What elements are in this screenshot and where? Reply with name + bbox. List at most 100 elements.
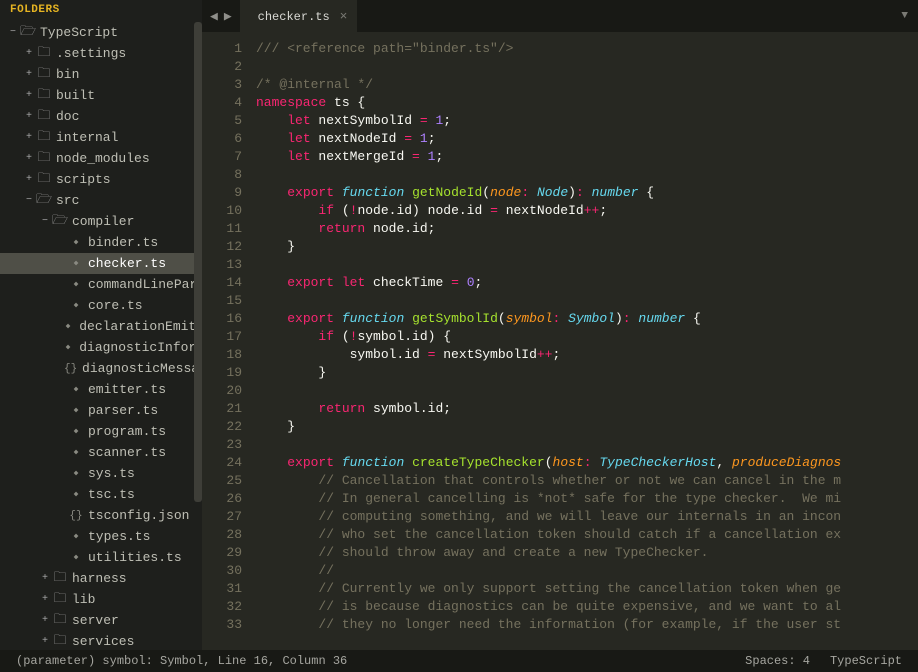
chevron-right-icon[interactable]: + [22,69,36,80]
tree-item[interactable]: +scripts [0,169,202,190]
tree-item[interactable]: +tsc.ts [0,484,202,505]
tree-item[interactable]: +declarationEmitte [0,316,202,337]
tree-item[interactable]: +program.ts [0,421,202,442]
folder-icon [36,64,52,86]
chevron-right-icon[interactable]: + [22,174,36,185]
code-line[interactable] [256,292,918,310]
tree-item-label: emitter.ts [88,382,166,397]
code-line[interactable]: if (!node.id) node.id = nextNodeId++; [256,202,918,220]
sidebar-scrollbar[interactable] [194,22,202,552]
code-line[interactable]: // Cancellation that controls whether or… [256,472,918,490]
tree-item[interactable]: +.settings [0,43,202,64]
tree-item[interactable]: +commandLinePar [0,274,202,295]
code-line[interactable]: } [256,238,918,256]
tree-item-label: scanner.ts [88,445,166,460]
tree-item-label: TypeScript [40,25,118,40]
tree-item[interactable]: +diagnosticInforma [0,337,202,358]
tree-item[interactable]: +services [0,631,202,650]
tree-item[interactable]: +emitter.ts [0,379,202,400]
tree-item[interactable]: +core.ts [0,295,202,316]
chevron-down-icon[interactable]: − [6,27,20,38]
code-line[interactable] [256,58,918,76]
code-line[interactable]: // computing something, and we will leav… [256,508,918,526]
code-line[interactable]: /* @internal */ [256,76,918,94]
tree-item-label: core.ts [88,298,143,313]
tab-active[interactable]: checker.ts × [240,0,358,32]
code-line[interactable]: return node.id; [256,220,918,238]
code-line[interactable]: // who set the cancellation token should… [256,526,918,544]
nav-forward-icon[interactable]: ▶ [224,9,232,24]
code-line[interactable]: } [256,364,918,382]
chevron-down-icon[interactable]: − [38,216,52,227]
code-line[interactable]: // should throw away and create a new Ty… [256,544,918,562]
tree-item[interactable]: +sys.ts [0,463,202,484]
line-number: 32 [202,598,256,616]
code-line[interactable]: let nextNodeId = 1; [256,130,918,148]
chevron-right-icon[interactable]: + [22,132,36,143]
tree-item[interactable]: +binder.ts [0,232,202,253]
tab-overflow-dropdown[interactable]: ▼ [891,0,918,32]
tree-item[interactable]: +lib [0,589,202,610]
chevron-right-icon[interactable]: + [22,111,36,122]
chevron-right-icon[interactable]: + [38,573,52,584]
tree-item[interactable]: +checker.ts [0,253,202,274]
tree-item[interactable]: +diagnosticMessag [0,358,202,379]
line-number: 10 [202,202,256,220]
chevron-right-icon[interactable]: + [22,48,36,59]
code-line[interactable]: export function getSymbolId(symbol: Symb… [256,310,918,328]
code-content[interactable]: /// <reference path="binder.ts"/> /* @in… [256,32,918,650]
code-line[interactable]: if (!symbol.id) { [256,328,918,346]
tree-item[interactable]: +built [0,85,202,106]
code-line[interactable]: /// <reference path="binder.ts"/> [256,40,918,58]
chevron-right-icon[interactable]: + [22,90,36,101]
chevron-right-icon[interactable]: + [38,615,52,626]
code-line[interactable]: // is because diagnostics can be quite e… [256,598,918,616]
tree-item[interactable]: +tsconfig.json [0,505,202,526]
chevron-down-icon[interactable]: − [22,195,36,206]
code-line[interactable] [256,166,918,184]
tree-item[interactable]: +node_modules [0,148,202,169]
tree-item[interactable]: +bin [0,64,202,85]
tree-item[interactable]: +harness [0,568,202,589]
tree-item[interactable]: −compiler [0,211,202,232]
code-line[interactable]: } [256,418,918,436]
editor-body[interactable]: 1234567891011121314151617181920212223242… [202,32,918,650]
code-line[interactable]: // In general cancelling is *not* safe f… [256,490,918,508]
tree-item[interactable]: +internal [0,127,202,148]
status-indent[interactable]: Spaces: 4 [735,654,820,668]
code-line[interactable] [256,436,918,454]
tree-item[interactable]: +scanner.ts [0,442,202,463]
tab-label: checker.ts [258,10,330,24]
tree-item[interactable]: +parser.ts [0,400,202,421]
code-line[interactable]: symbol.id = nextSymbolId++; [256,346,918,364]
ts-file-icon [68,382,84,398]
chevron-right-icon[interactable]: + [38,594,52,605]
code-line[interactable]: export function createTypeChecker(host: … [256,454,918,472]
code-line[interactable]: // they no longer need the information (… [256,616,918,634]
status-cursor-info[interactable]: (parameter) symbol: Symbol, Line 16, Col… [6,654,735,668]
status-language[interactable]: TypeScript [820,654,912,668]
code-line[interactable]: export let checkTime = 0; [256,274,918,292]
tree-item[interactable]: +utilities.ts [0,547,202,568]
tree-item[interactable]: − TypeScript [0,22,202,43]
code-line[interactable]: return symbol.id; [256,400,918,418]
tree-item[interactable]: +types.ts [0,526,202,547]
line-number: 12 [202,238,256,256]
chevron-right-icon[interactable]: + [22,153,36,164]
code-line[interactable]: let nextMergeId = 1; [256,148,918,166]
tree-item[interactable]: +doc [0,106,202,127]
chevron-right-icon[interactable]: + [38,636,52,647]
code-line[interactable]: // Currently we only support setting the… [256,580,918,598]
code-line[interactable]: // [256,562,918,580]
tab-close-icon[interactable]: × [340,9,348,24]
tree-item[interactable]: +server [0,610,202,631]
code-line[interactable]: let nextSymbolId = 1; [256,112,918,130]
code-line[interactable] [256,256,918,274]
code-line[interactable] [256,382,918,400]
line-number: 3 [202,76,256,94]
code-line[interactable]: namespace ts { [256,94,918,112]
code-line[interactable]: export function getNodeId(node: Node): n… [256,184,918,202]
sidebar-scrollbar-thumb[interactable] [194,22,202,502]
tree-item[interactable]: −src [0,190,202,211]
nav-back-icon[interactable]: ◀ [210,9,218,24]
